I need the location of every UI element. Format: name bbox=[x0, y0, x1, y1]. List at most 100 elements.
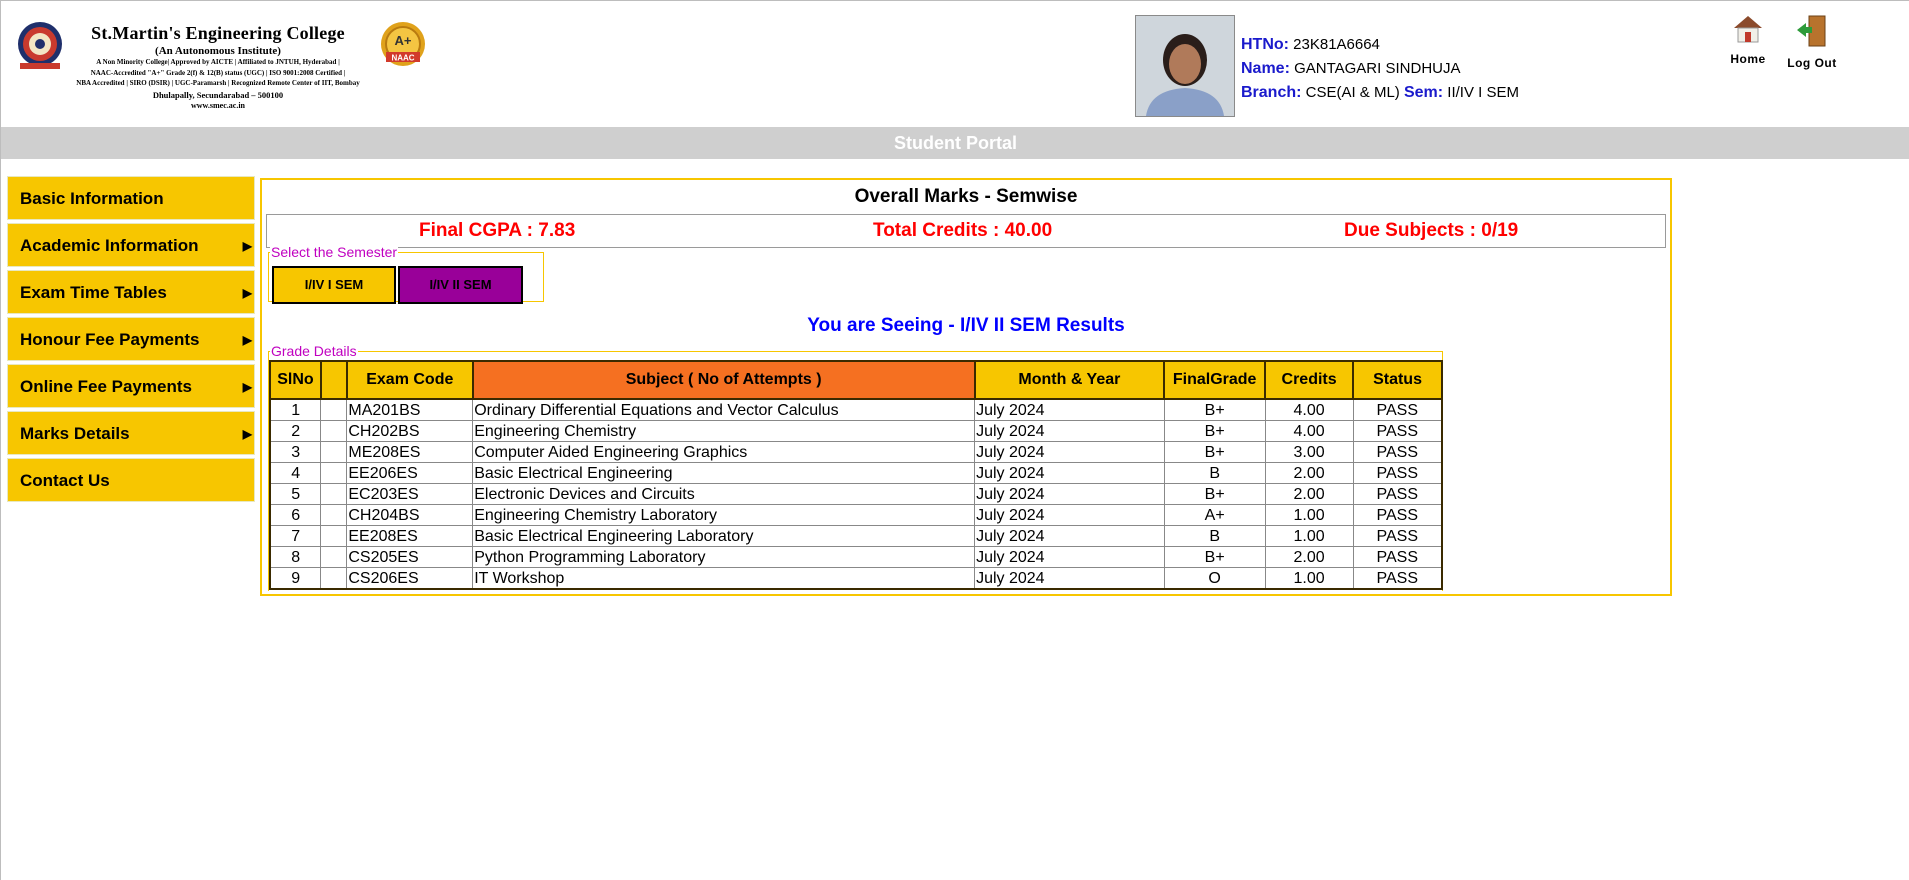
logout-button[interactable]: Log Out bbox=[1781, 13, 1843, 70]
cell-status: PASS bbox=[1352, 546, 1443, 568]
sidebar-item-academic-information[interactable]: Academic Information ▶ bbox=[7, 223, 255, 267]
due-subjects: Due Subjects : 0/19 bbox=[1344, 220, 1519, 241]
sidebar-item-label: Exam Time Tables bbox=[20, 283, 167, 302]
sidebar-item-online-fee-payments[interactable]: Online Fee Payments ▶ bbox=[7, 364, 255, 408]
cell-subject: Engineering Chemistry Laboratory bbox=[472, 504, 976, 526]
student-info: HTNo: 23K81A6664 Name: GANTAGARI SINDHUJ… bbox=[1241, 33, 1519, 105]
cell-final-grade: B+ bbox=[1163, 483, 1266, 505]
cell-subject: IT Workshop bbox=[472, 567, 976, 590]
submenu-arrow-icon: ▶ bbox=[242, 427, 252, 441]
name-row: Name: GANTAGARI SINDHUJA bbox=[1241, 57, 1519, 81]
cell-blank bbox=[320, 441, 348, 463]
summary-bar: Final CGPA : 7.83 Total Credits : 40.00 … bbox=[266, 214, 1666, 248]
cell-final-grade: O bbox=[1163, 567, 1266, 590]
cell-slno: 2 bbox=[269, 420, 322, 442]
sidebar-menu: Basic Information Academic Information ▶… bbox=[7, 176, 255, 505]
branch-label: Branch: bbox=[1241, 84, 1302, 101]
cell-status: PASS bbox=[1352, 462, 1443, 484]
college-address: Dhulapally, Secundarabad – 500100 bbox=[152, 89, 284, 100]
logout-label: Log Out bbox=[1787, 56, 1837, 70]
cell-blank bbox=[320, 462, 348, 484]
college-subtitle: (An Autonomous Institute) bbox=[155, 45, 281, 57]
college-line: NBA Accredited | SIRO (DSIR) | UGC-Param… bbox=[76, 79, 360, 87]
naac-grade: A+ bbox=[395, 33, 412, 48]
cell-blank bbox=[320, 525, 348, 547]
cell-slno: 1 bbox=[269, 398, 322, 421]
cell-blank bbox=[320, 420, 348, 442]
sidebar-item-honour-fee-payments[interactable]: Honour Fee Payments ▶ bbox=[7, 317, 255, 361]
cell-final-grade: A+ bbox=[1163, 504, 1266, 526]
table-row: 5 EC203ES Electronic Devices and Circuits J… bbox=[269, 483, 1443, 505]
sidebar-item-label: Contact Us bbox=[20, 471, 110, 490]
cell-credits: 3.00 bbox=[1264, 441, 1354, 463]
cell-final-grade: B+ bbox=[1163, 546, 1266, 568]
cell-final-grade: B+ bbox=[1163, 441, 1266, 463]
cell-subject: Python Programming Laboratory bbox=[472, 546, 976, 568]
submenu-arrow-icon: ▶ bbox=[242, 286, 252, 300]
sem-label: Sem: bbox=[1403, 84, 1444, 101]
sem-button-2[interactable]: I/IV II SEM bbox=[398, 266, 523, 304]
cell-slno: 3 bbox=[269, 441, 322, 463]
table-row: 8 CS205ES Python Programming Laboratory Jul… bbox=[269, 546, 1443, 568]
cell-blank bbox=[320, 398, 348, 421]
student-avatar bbox=[1136, 16, 1234, 116]
sidebar-item-label: Online Fee Payments bbox=[20, 377, 192, 396]
submenu-arrow-icon: ▶ bbox=[242, 239, 252, 253]
htno-label: HTNo: bbox=[1241, 36, 1289, 53]
cell-credits: 2.00 bbox=[1264, 483, 1354, 505]
table-row: 6 CH204BS Engineering Chemistry Laboratory… bbox=[269, 504, 1443, 526]
col-header-slno: SlNo bbox=[269, 360, 322, 400]
cell-credits: 4.00 bbox=[1264, 420, 1354, 442]
cell-subject: Computer Aided Engineering Graphics bbox=[472, 441, 976, 463]
sidebar-item-exam-time-tables[interactable]: Exam Time Tables ▶ bbox=[7, 270, 255, 314]
cell-slno: 7 bbox=[269, 525, 322, 547]
col-header-exam-code: Exam Code bbox=[345, 360, 474, 400]
cell-subject: Electronic Devices and Circuits bbox=[472, 483, 976, 505]
cell-credits: 1.00 bbox=[1264, 504, 1354, 526]
name-label: Name: bbox=[1241, 60, 1290, 77]
grade-legend: Grade Details bbox=[270, 343, 358, 359]
col-header-final-grade: FinalGrade bbox=[1163, 360, 1267, 400]
cell-exam-code: EE208ES bbox=[346, 525, 474, 547]
cell-blank bbox=[320, 546, 348, 568]
results-heading: You are Seeing - I/IV II SEM Results bbox=[807, 315, 1125, 336]
cell-status: PASS bbox=[1352, 525, 1443, 547]
cell-status: PASS bbox=[1352, 420, 1443, 442]
sidebar-item-basic-information[interactable]: Basic Information bbox=[7, 176, 255, 220]
sidebar-item-marks-details[interactable]: Marks Details ▶ bbox=[7, 411, 255, 455]
col-header-status: Status bbox=[1352, 360, 1443, 400]
cell-exam-code: ME208ES bbox=[346, 441, 474, 463]
sidebar-item-contact-us[interactable]: Contact Us bbox=[7, 458, 255, 502]
cell-month-year: July 2024 bbox=[974, 525, 1165, 547]
branch-row: Branch: CSE(AI & ML) Sem: II/IV I SEM bbox=[1241, 81, 1519, 105]
sem-button-1[interactable]: I/IV I SEM bbox=[272, 266, 396, 304]
cell-slno: 4 bbox=[269, 462, 322, 484]
col-header-month-year: Month & Year bbox=[973, 360, 1166, 400]
name-value: GANTAGARI SINDHUJA bbox=[1294, 60, 1461, 77]
sem-value: II/IV I SEM bbox=[1447, 84, 1519, 101]
cell-subject: Engineering Chemistry bbox=[472, 420, 976, 442]
table-row: 9 CS206ES IT Workshop July 2024 O 1.00 PASS bbox=[269, 567, 1443, 590]
cell-exam-code: MA201BS bbox=[346, 398, 474, 421]
cell-exam-code: CS205ES bbox=[346, 546, 474, 568]
final-cgpa: Final CGPA : 7.83 bbox=[419, 220, 576, 241]
cell-status: PASS bbox=[1352, 567, 1443, 590]
college-website: www.smec.ac.in bbox=[191, 100, 245, 110]
cell-slno: 5 bbox=[269, 483, 322, 505]
header: St.Martin's Engineering College (An Auto… bbox=[1, 1, 1909, 127]
cell-blank bbox=[320, 567, 348, 590]
home-button[interactable]: Home bbox=[1717, 13, 1779, 66]
table-header-row: SlNo Exam Code Subject ( No of Attempts … bbox=[269, 360, 1443, 400]
naac-label: NAAC bbox=[391, 54, 414, 63]
grades-table: SlNo Exam Code Subject ( No of Attempts … bbox=[269, 360, 1443, 590]
col-header-subject: Subject ( No of Attempts ) bbox=[471, 360, 976, 400]
cell-status: PASS bbox=[1352, 504, 1443, 526]
cell-exam-code: CS206ES bbox=[346, 567, 474, 590]
sidebar-item-label: Marks Details bbox=[20, 424, 130, 443]
cell-month-year: July 2024 bbox=[974, 398, 1165, 421]
cell-subject: Ordinary Differential Equations and Vect… bbox=[472, 398, 976, 421]
col-header-credits: Credits bbox=[1264, 360, 1355, 400]
cell-status: PASS bbox=[1352, 398, 1443, 421]
cell-slno: 6 bbox=[269, 504, 322, 526]
sidebar-item-label: Basic Information bbox=[20, 189, 164, 208]
